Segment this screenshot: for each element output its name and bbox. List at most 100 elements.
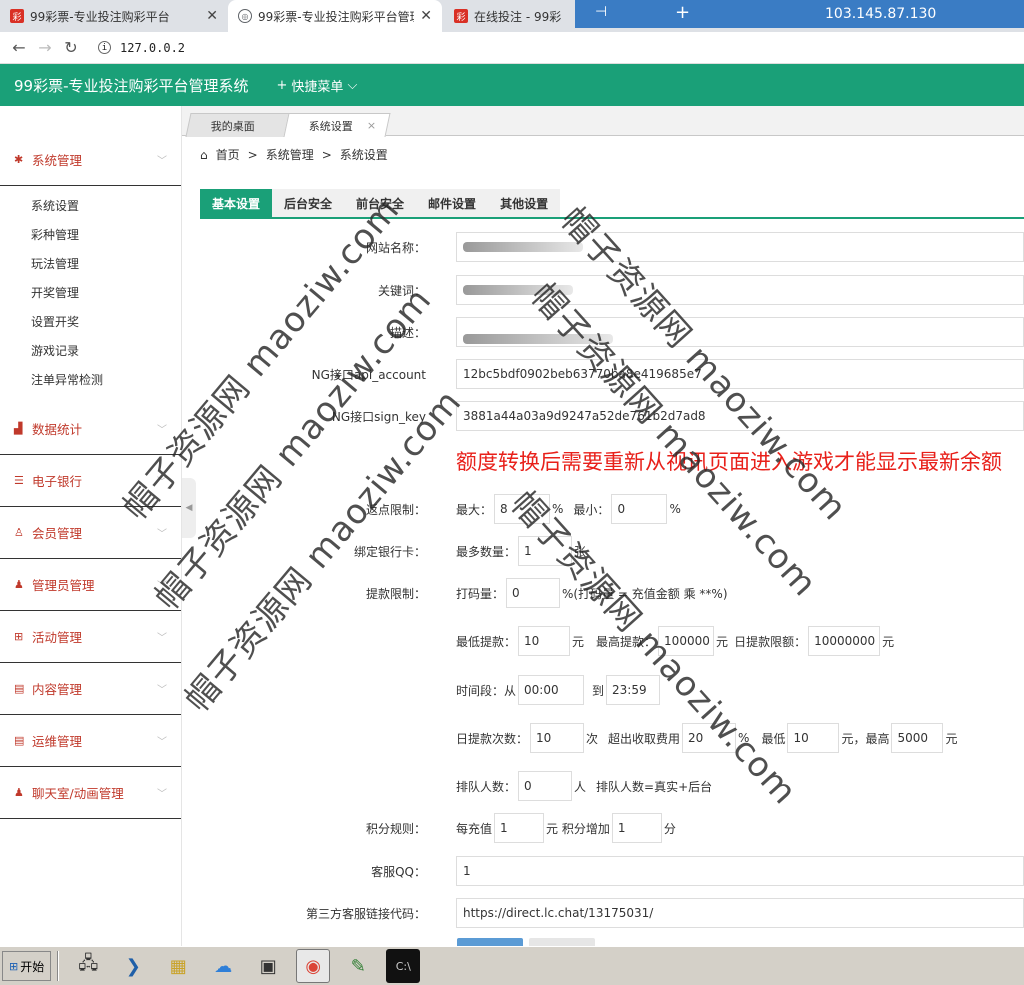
redacted-value <box>463 334 613 344</box>
form-row-chat: 第三方客服链接代码： https://direct.lc.chat/131750… <box>200 898 1024 928</box>
close-icon[interactable]: ✕ <box>206 8 218 24</box>
description-input[interactable] <box>456 317 1024 347</box>
fee-max-label: 元，最高 <box>841 731 890 746</box>
breadcrumb-level2: 系统设置 <box>339 148 388 162</box>
powershell-icon[interactable]: ❯ <box>116 949 150 983</box>
qq-input[interactable]: 1 <box>456 856 1024 886</box>
quick-menu-button[interactable]: + 快捷菜单 ⌵ <box>277 76 358 95</box>
percent-unit: % <box>552 502 564 516</box>
sidebar-item-game-records[interactable]: 游戏记录 <box>0 337 181 366</box>
tab-system-settings[interactable]: 系统设置 × <box>283 113 391 137</box>
sidebar-collapse-handle[interactable]: ◀ <box>182 478 196 538</box>
close-icon[interactable]: ✕ <box>420 8 432 24</box>
site-name-input[interactable] <box>456 232 1024 262</box>
time-to-label: 到 <box>592 683 605 698</box>
daily-limit-input[interactable]: 10000000 <box>808 626 881 656</box>
min-withdraw-input[interactable]: 10 <box>518 626 571 656</box>
browser-tab-betting[interactable]: 彩 在线投注 - 99彩 <box>444 0 574 32</box>
tab-my-desktop[interactable]: 我的桌面 <box>185 113 291 137</box>
form-row-queue: 排队人数： 0 人 排队人数=真实+后台 <box>200 771 1024 801</box>
sidebar-group-ebank[interactable]: ☰ 电子银行 ﹀ <box>0 455 181 507</box>
ng-key-input[interactable]: 3881a44a03a9d9247a52de761b2d7ad8 <box>456 401 1024 431</box>
close-icon[interactable]: × <box>367 119 376 132</box>
new-tab-icon[interactable]: + <box>675 2 690 23</box>
tab-backend-security[interactable]: 后台安全 <box>272 189 345 217</box>
reload-icon[interactable]: ↻ <box>58 38 84 57</box>
pin-icon[interactable]: ⊣ <box>595 4 607 20</box>
bet-amount-input[interactable]: 0 <box>506 578 561 608</box>
chevron-down-icon: ﹀ <box>157 425 167 436</box>
sidebar-item-lottery-types[interactable]: 彩种管理 <box>0 221 181 250</box>
breadcrumb-level1[interactable]: 系统管理 <box>266 146 314 163</box>
points-label: 积分规则： <box>365 821 426 836</box>
notepad-icon[interactable]: ✎ <box>341 949 375 983</box>
server-manager-icon[interactable]: 🖧 <box>71 949 105 983</box>
times-unit: 次 <box>586 731 599 746</box>
tab-other-settings[interactable]: 其他设置 <box>488 189 561 217</box>
remote-desktop-icon[interactable]: ▣ <box>251 949 285 983</box>
start-button[interactable]: ⊞ 开始 <box>2 951 52 981</box>
url-field[interactable]: i 127.0.0.2 <box>98 41 185 55</box>
min-withdraw-label: 最低提款： <box>456 634 517 649</box>
keywords-input[interactable] <box>456 275 1024 305</box>
browser-tab-admin[interactable]: ◎ 99彩票-专业投注购彩平台管理系 ✕ <box>228 0 442 32</box>
command-prompt-icon[interactable]: C:\ <box>386 949 421 983</box>
sidebar-group-statistics[interactable]: ▟ 数据统计 ﹀ <box>0 403 181 455</box>
points-increase-input[interactable]: 1 <box>611 813 662 843</box>
browser-tab-lottery[interactable]: 彩 99彩票-专业投注购彩平台 ✕ <box>0 0 228 32</box>
fee-min-input[interactable]: 10 <box>787 723 840 753</box>
time-to-input[interactable]: 23:59 <box>606 675 661 705</box>
bank-max-input[interactable]: 1 <box>518 536 573 566</box>
breadcrumb-separator: > <box>247 147 258 162</box>
forward-icon[interactable]: → <box>32 38 58 57</box>
tab-basic-settings[interactable]: 基本设置 <box>200 189 273 217</box>
rebate-min-input[interactable]: 0 <box>611 494 668 524</box>
sidebar-group-members[interactable]: ♙ 会员管理 ﹀ <box>0 507 181 559</box>
max-withdraw-input[interactable]: 100000 <box>658 626 715 656</box>
withdraw-label: 提款限制： <box>365 586 426 601</box>
browser-tab-strip: 彩 99彩票-专业投注购彩平台 ✕ ◎ 99彩票-专业投注购彩平台管理系 ✕ 彩… <box>0 0 1024 32</box>
form-row-bank: 绑定银行卡： 最多数量： 1 张 <box>200 536 1024 566</box>
yuan-unit: 元 <box>882 634 895 649</box>
sidebar-item-bet-anomaly[interactable]: 注单异常检测 <box>0 366 181 395</box>
rebate-max-input[interactable]: 8 <box>494 494 551 524</box>
sidebar-item-draw-management[interactable]: 开奖管理 <box>0 279 181 308</box>
sidebar-item-system-settings[interactable]: 系统设置 <box>0 192 181 221</box>
chat-code-input[interactable]: https://direct.lc.chat/13175031/ <box>456 898 1024 928</box>
form-row-withdraw-amounts: 最低提款： 10 元 最高提款： 100000 元 日提款限额： 1000000… <box>200 626 1024 656</box>
sidebar-group-label: 聊天室/动画管理 <box>32 786 124 801</box>
daily-count-input[interactable]: 10 <box>530 723 585 753</box>
globe-icon: ◎ <box>238 9 252 23</box>
ng-account-input[interactable]: 12bc5bdf0902beb63770ba8e419685e7 <box>456 359 1024 389</box>
fee-max-input[interactable]: 5000 <box>891 723 944 753</box>
queue-input[interactable]: 0 <box>518 771 573 801</box>
daily-count-fields: 日提款次数： 10 次 超出收取费用 20 % 最低 10 元，最高 5000 … <box>456 723 958 753</box>
lottery-icon: 彩 <box>10 9 24 23</box>
queue-label: 排队人数： <box>456 779 517 794</box>
sidebar-group-ops[interactable]: ▤ 运维管理 ﹀ <box>0 715 181 767</box>
breadcrumb-home[interactable]: 首页 <box>216 146 240 163</box>
sidebar-item-play-types[interactable]: 玩法管理 <box>0 250 181 279</box>
sidebar-group-system[interactable]: ✱ 系统管理 ﹀ <box>0 134 181 186</box>
sidebar-group-activities[interactable]: ⊞ 活动管理 ﹀ <box>0 611 181 663</box>
sidebar-group-chatroom[interactable]: ♟ 聊天室/动画管理 ﹀ <box>0 767 181 819</box>
site-name-label: 网站名称： <box>365 240 426 255</box>
tab-email-settings[interactable]: 邮件设置 <box>416 189 489 217</box>
tab-frontend-security[interactable]: 前台安全 <box>344 189 417 217</box>
form-row-keywords: 关键词： <box>200 275 1024 305</box>
file-explorer-icon[interactable]: ▦ <box>161 949 195 983</box>
user-icon: ♙ <box>14 526 24 539</box>
sidebar-group-label: 运维管理 <box>32 734 83 749</box>
sidebar-item-set-draw[interactable]: 设置开奖 <box>0 308 181 337</box>
breadcrumb: ⌂ 首页 > 系统管理 > 系统设置 <box>200 146 388 163</box>
info-icon[interactable]: i <box>98 41 111 54</box>
points-recharge-input[interactable]: 1 <box>494 813 545 843</box>
time-from-input[interactable]: 00:00 <box>518 675 585 705</box>
sidebar-group-content[interactable]: ▤ 内容管理 ﹀ <box>0 663 181 715</box>
chrome-icon[interactable]: ◉ <box>296 949 331 983</box>
form-row-points: 积分规则： 每充值 1 元 积分增加 1 分 <box>200 813 1024 843</box>
fee-input[interactable]: 20 <box>682 723 737 753</box>
sidebar-group-admins[interactable]: ♟ 管理员管理 ﹀ <box>0 559 181 611</box>
baidu-netdisk-icon[interactable]: ☁ <box>206 949 240 983</box>
back-icon[interactable]: ← <box>6 38 32 57</box>
